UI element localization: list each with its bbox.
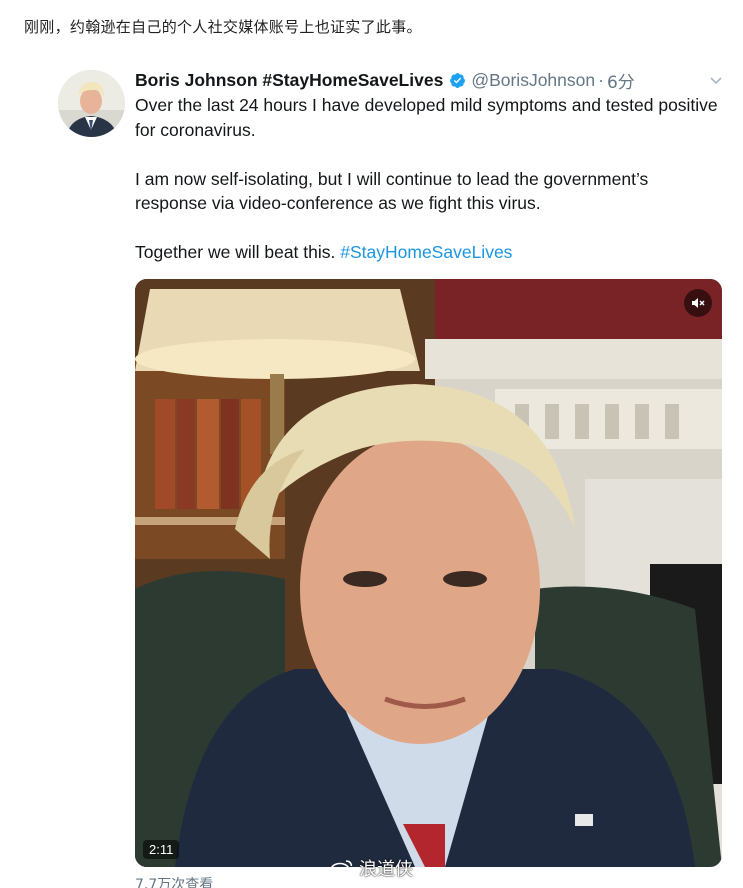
weibo-logo-icon [330,860,353,878]
mute-button[interactable] [684,289,712,317]
video-frame [135,279,722,867]
chevron-down-icon[interactable] [708,72,724,88]
tweet-paragraph-final: Together we will beat this. #StayHomeSav… [135,240,725,265]
tweet-header: Boris Johnson #StayHomeSaveLives @BorisJ… [135,68,635,93]
separator-dot: · [598,69,604,90]
timestamp[interactable]: 6分 [607,68,635,93]
speaker-muted-icon [692,298,705,308]
hashtag-link[interactable]: #StayHomeSaveLives [340,242,512,262]
video-player[interactable]: 2:11 [135,279,722,867]
tweet-final-text: Together we will beat this. [135,242,341,262]
watermark-text: 浪道侠 [359,859,413,880]
tweet-card[interactable]: Boris Johnson #StayHomeSaveLives @BorisJ… [40,52,743,888]
tweet-paragraph: Over the last 24 hours I have developed … [135,95,718,140]
verified-badge-icon [450,72,466,88]
view-count: 7.7万次查看 [135,877,214,888]
video-duration: 2:11 [143,840,180,859]
handle[interactable]: @BorisJohnson [471,70,595,91]
tweet-paragraph: I am now self-isolating, but I will cont… [135,168,649,214]
display-name[interactable]: Boris Johnson #StayHomeSaveLives [135,70,443,91]
tweet-text: Over the last 24 hours I have developed … [135,93,725,265]
post-caption: 刚刚，约翰逊在自己的个人社交媒体账号上也证实了此事。 [24,18,422,36]
watermark: 浪道侠 [330,855,413,881]
avatar[interactable] [58,70,125,137]
